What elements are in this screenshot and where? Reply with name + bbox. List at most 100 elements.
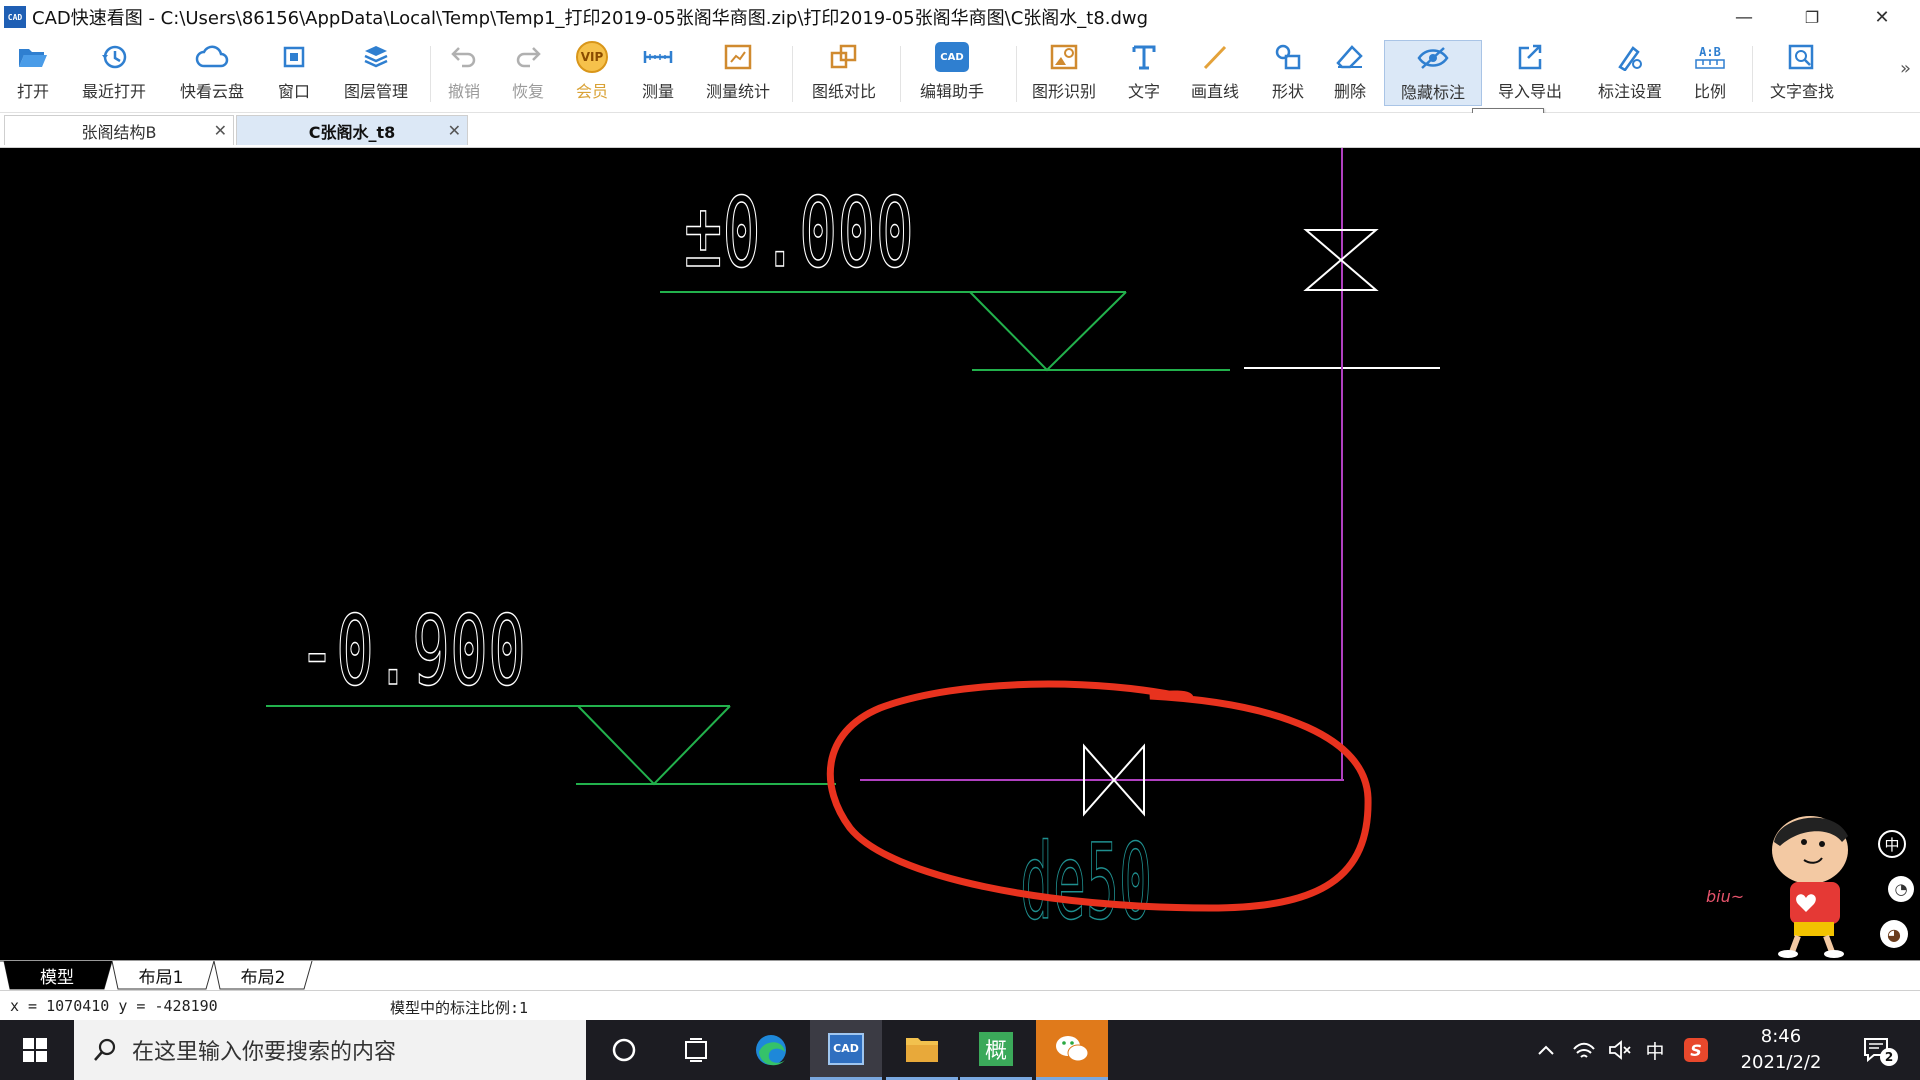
edge-icon[interactable] xyxy=(735,1020,807,1080)
mascot-sticker: biu~ xyxy=(1700,802,1870,958)
gaitu-app-icon[interactable]: 概 xyxy=(960,1020,1032,1080)
close-button[interactable]: ✕ xyxy=(1852,0,1912,34)
import-export-label: 导入导出 xyxy=(1497,82,1562,101)
shapes-label: 形状 xyxy=(1271,82,1304,101)
notification-count-badge: 2 xyxy=(1880,1048,1898,1066)
draw-line-label: 画直线 xyxy=(1190,82,1239,101)
import-export-button[interactable]: 导入导出 xyxy=(1488,40,1572,106)
scale-button[interactable]: A:B 比例 xyxy=(1682,40,1738,106)
cortana-icon[interactable] xyxy=(588,1020,660,1080)
status-bar: x = 1070410 y = -428190 模型中的标注比例:1 xyxy=(0,990,1920,1021)
folder-open-icon xyxy=(18,40,48,74)
delete-button[interactable]: 删除 xyxy=(1322,40,1378,106)
hide-annotation-button[interactable]: 隐藏标注 xyxy=(1384,40,1482,106)
app-logo-icon: CAD xyxy=(4,6,26,28)
window-button[interactable]: 窗口 xyxy=(266,40,322,106)
start-button[interactable] xyxy=(0,1020,70,1080)
edit-assistant-button[interactable]: CAD 编辑助手 xyxy=(910,40,994,106)
cursor-coordinates: x = 1070410 y = -428190 xyxy=(10,997,218,1015)
line-icon xyxy=(1201,40,1229,74)
vip-icon: VIP xyxy=(576,40,608,74)
text-search-icon xyxy=(1787,40,1817,74)
main-toolbar: 打开 最近打开 快看云盘 窗口 图层管理 撤销 恢复 VIP 会员 测量 测量统… xyxy=(0,34,1920,113)
drawing-canvas[interactable]: ±0.000 -0.900 de50 biu~ 中 ◔ ◕ xyxy=(0,148,1920,960)
import-export-icon xyxy=(1515,40,1545,74)
system-clock[interactable]: 8:46 2021/2/2 xyxy=(1726,1024,1836,1076)
text-button[interactable]: 文字 xyxy=(1116,40,1172,106)
title-bar: CAD CAD快速看图 - C:\Users\86156\AppData\Loc… xyxy=(0,0,1920,34)
close-tab-icon[interactable]: ✕ xyxy=(448,121,461,140)
measure-label: 测量 xyxy=(641,82,674,101)
edit-assistant-icon: CAD xyxy=(935,40,969,74)
annotation-settings-icon xyxy=(1615,40,1645,74)
ime-float-button[interactable]: 中 xyxy=(1878,830,1906,858)
network-icon[interactable] xyxy=(1566,1020,1602,1080)
recent-open-label: 最近打开 xyxy=(81,82,146,101)
redo-button[interactable]: 恢复 xyxy=(500,40,556,106)
doc-tab-label: 张阁结构B xyxy=(81,122,157,142)
eye-hide-icon xyxy=(1417,41,1449,75)
elevation-symbol-bottom xyxy=(266,705,836,786)
window-icon xyxy=(281,40,307,74)
wechat-icon[interactable] xyxy=(1036,1020,1108,1080)
undo-button[interactable]: 撤销 xyxy=(436,40,492,106)
layout-tab-model[interactable]: 模型 xyxy=(10,961,104,989)
toolbar-divider xyxy=(900,46,901,102)
drawing-compare-button[interactable]: 图纸对比 xyxy=(802,40,886,106)
text-search-button[interactable]: 文字查找 xyxy=(1760,40,1844,106)
vip-label: 会员 xyxy=(575,82,608,101)
vip-button[interactable]: VIP 会员 xyxy=(564,40,620,106)
taskbar-search-box[interactable]: 在这里输入你要搜索的内容 xyxy=(74,1020,586,1080)
minimize-button[interactable]: — xyxy=(1714,0,1774,34)
hide-annotation-label: 隐藏标注 xyxy=(1400,83,1465,102)
layer-manager-button[interactable]: 图层管理 xyxy=(334,40,418,106)
measure-button[interactable]: 测量 xyxy=(630,40,686,106)
measure-stats-button[interactable]: 测量统计 xyxy=(696,40,780,106)
annotation-settings-label: 标注设置 xyxy=(1597,82,1662,101)
edit-assistant-label: 编辑助手 xyxy=(919,82,984,101)
shape-recognition-label: 图形识别 xyxy=(1031,82,1096,101)
ruler-icon xyxy=(642,40,674,74)
window-title: CAD快速看图 - C:\Users\86156\AppData\Local\T… xyxy=(32,8,1149,29)
open-button[interactable]: 打开 xyxy=(4,40,62,106)
shape-recognition-button[interactable]: 图形识别 xyxy=(1022,40,1106,106)
doc-tab-water[interactable]: C张阁水_t8 ✕ xyxy=(236,115,468,145)
cloud-drive-button[interactable]: 快看云盘 xyxy=(170,40,254,106)
float-button-3[interactable]: ◕ xyxy=(1880,920,1908,948)
layer-manager-label: 图层管理 xyxy=(343,82,408,101)
volume-muted-icon[interactable] xyxy=(1602,1020,1638,1080)
measure-stats-label: 测量统计 xyxy=(705,82,770,101)
toolbar-divider xyxy=(1752,46,1753,102)
input-method-indicator[interactable]: 中 xyxy=(1638,1020,1672,1080)
annotation-settings-button[interactable]: 标注设置 xyxy=(1588,40,1672,106)
layout-tab-2[interactable]: 布局2 xyxy=(218,961,308,989)
tray-overflow-icon[interactable] xyxy=(1528,1020,1564,1080)
pipe-diameter-label: de50 xyxy=(1020,821,1152,943)
float-button-2[interactable]: ◔ xyxy=(1888,876,1914,902)
text-search-label: 文字查找 xyxy=(1769,82,1834,101)
layout-tab-1[interactable]: 布局1 xyxy=(116,961,206,989)
annotation-scale-status: 模型中的标注比例:1 xyxy=(390,999,529,1017)
open-label: 打开 xyxy=(16,82,49,101)
document-tab-bar: 张阁结构B ✕ C张阁水_t8 ✕ xyxy=(0,113,1920,148)
search-icon xyxy=(94,1038,116,1061)
recent-open-button[interactable]: 最近打开 xyxy=(72,40,156,106)
toolbar-divider xyxy=(1016,46,1017,102)
task-view-icon[interactable] xyxy=(660,1020,732,1080)
measure-stats-icon xyxy=(723,40,753,74)
toolbar-divider xyxy=(792,46,793,102)
close-tab-icon[interactable]: ✕ xyxy=(214,121,227,140)
file-explorer-icon[interactable] xyxy=(886,1020,958,1080)
cloud-drive-label: 快看云盘 xyxy=(179,82,244,101)
shapes-button[interactable]: 形状 xyxy=(1260,40,1316,106)
draw-line-button[interactable]: 画直线 xyxy=(1180,40,1250,106)
cad-viewer-icon[interactable]: CAD xyxy=(810,1020,882,1080)
notification-center-icon[interactable]: 2 xyxy=(1850,1020,1904,1080)
restore-button[interactable]: ❐ xyxy=(1782,0,1842,34)
sogou-input-icon[interactable]: S xyxy=(1676,1020,1716,1080)
redo-label: 恢复 xyxy=(511,82,544,101)
search-placeholder: 在这里输入你要搜索的内容 xyxy=(132,1040,397,1065)
toolbar-overflow-button[interactable]: » xyxy=(1900,58,1911,79)
mascot-text: biu~ xyxy=(1706,887,1744,906)
doc-tab-structure[interactable]: 张阁结构B ✕ xyxy=(4,115,234,145)
